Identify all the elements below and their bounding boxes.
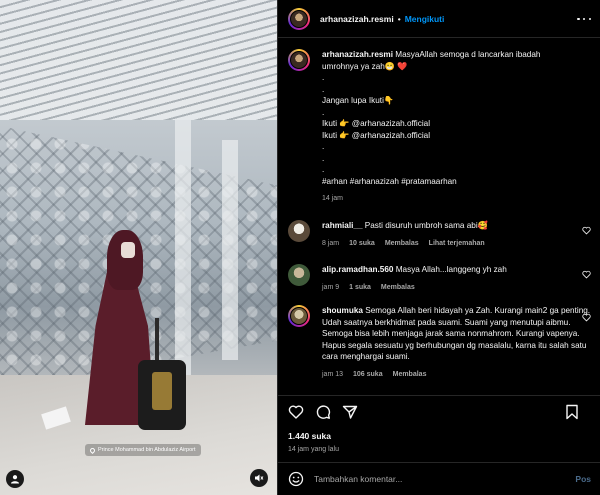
translate-button[interactable]: Lihat terjemahan: [429, 238, 485, 250]
caption-line: Jangan lupa Ikuti👇: [322, 96, 395, 105]
caption-line: .: [322, 165, 325, 174]
emoji-picker-icon[interactable]: [288, 471, 304, 487]
ceiling-backdrop: [0, 0, 277, 120]
location-tag[interactable]: Prince Mohammad bin Abdulaziz Airport: [85, 444, 201, 456]
comment-meta: jam 13 106 suka Membalas: [322, 369, 591, 381]
reply-button[interactable]: Membalas: [385, 238, 419, 250]
suitcase: [138, 360, 186, 430]
bookmark-icon[interactable]: [564, 404, 580, 420]
post-actions: [278, 395, 600, 427]
comments-list[interactable]: arhanazizah.resmi MasyaAllah semoga d la…: [278, 38, 600, 394]
caption-hashtags[interactable]: #arhan #arhanazizah #pratamaarhan: [322, 176, 591, 188]
caption-meta: 14 jam: [322, 193, 591, 205]
caption-line[interactable]: Ikuti 👉 @arhanazizah.official: [322, 118, 591, 130]
comment-username[interactable]: rahmiali__: [322, 221, 363, 230]
mute-button[interactable]: [250, 469, 268, 487]
like-comment-heart-icon[interactable]: [582, 313, 591, 322]
comment-likes[interactable]: 10 suka: [349, 238, 375, 250]
comment-item: shoumuka Semoga Allah beri hidayah ya Za…: [288, 305, 591, 380]
comment-text: Semoga Allah beri hidayah ya Zah. Kurang…: [322, 306, 591, 361]
avatar[interactable]: [288, 220, 310, 242]
caption-line: MasyaAllah semoga d lancarkan ibadah: [395, 50, 541, 59]
add-comment-bar: Pos: [278, 462, 600, 495]
avatar[interactable]: [288, 264, 310, 286]
avatar[interactable]: [288, 49, 310, 71]
comment-time[interactable]: 8 jam: [322, 238, 339, 250]
caption-line: .: [322, 73, 325, 82]
like-comment-heart-icon[interactable]: [582, 226, 591, 235]
caption-line: .: [322, 107, 325, 117]
like-comment-heart-icon[interactable]: [582, 270, 591, 279]
like-heart-icon[interactable]: [288, 404, 304, 420]
likes-count[interactable]: 1.440 suka: [288, 431, 331, 441]
tagged-users-button[interactable]: [6, 470, 24, 488]
caption-line: .: [322, 142, 325, 151]
comment-body: rahmiali__ Pasti disuruh umbroh sama abi…: [322, 220, 591, 249]
comment-likes[interactable]: 106 suka: [353, 369, 383, 381]
comment-input[interactable]: [314, 474, 576, 484]
avatar[interactable]: [288, 7, 310, 30]
speaker-muted-icon: [255, 474, 264, 482]
separator-dot: •: [397, 13, 401, 24]
caption-username[interactable]: arhanazizah.resmi: [322, 50, 393, 59]
caption: arhanazizah.resmi MasyaAllah semoga d la…: [288, 49, 591, 205]
location-label: Prince Mohammad bin Abdulaziz Airport: [98, 447, 196, 453]
comment-item: alip.ramadhan.560 Masya Allah...langgeng…: [288, 264, 591, 293]
face-mask: [121, 242, 135, 258]
comment-time[interactable]: jam 9: [322, 282, 339, 294]
comment-meta: 8 jam 10 suka Membalas Lihat terjemahan: [322, 238, 591, 250]
pillar: [175, 120, 191, 380]
comment-text: Pasti disuruh umbroh sama abi🥰: [364, 221, 488, 230]
comment-body: alip.ramadhan.560 Masya Allah...langgeng…: [322, 264, 591, 293]
pillar: [222, 140, 238, 360]
comment-text: Masya Allah...langgeng yh zah: [395, 265, 507, 274]
comment-icon[interactable]: [315, 404, 331, 420]
post-comment-button[interactable]: Pos: [575, 474, 591, 484]
caption-line[interactable]: Ikuti 👉 @arhanazizah.official: [322, 130, 591, 142]
reply-button[interactable]: Membalas: [393, 369, 427, 381]
comment-body: shoumuka Semoga Allah beri hidayah ya Za…: [322, 305, 591, 380]
post-side-panel: arhanazizah.resmi • Mengikuti arhanaziza…: [277, 0, 600, 495]
share-icon[interactable]: [342, 404, 358, 420]
suitcase-handle: [155, 318, 159, 362]
comment-meta: jam 9 1 suka Membalas: [322, 282, 591, 294]
post-media[interactable]: Prince Mohammad bin Abdulaziz Airport: [0, 0, 277, 495]
comment-username[interactable]: shoumuka: [322, 306, 363, 315]
comment-likes[interactable]: 1 suka: [349, 282, 371, 294]
post-header: arhanazizah.resmi • Mengikuti: [278, 0, 600, 38]
caption-line: umrohnya ya zah😁 ❤️: [322, 61, 408, 71]
location-pin-icon: [88, 446, 97, 454]
more-options-icon[interactable]: [577, 12, 591, 26]
caption-line: .: [322, 153, 325, 163]
following-button[interactable]: Mengikuti: [405, 14, 445, 24]
comment-username[interactable]: alip.ramadhan.560: [322, 265, 393, 274]
reply-button[interactable]: Membalas: [381, 282, 415, 294]
user-icon: [11, 475, 19, 484]
header-username[interactable]: arhanazizah.resmi: [320, 14, 394, 24]
post-viewer: Prince Mohammad bin Abdulaziz Airport ar…: [0, 0, 600, 495]
caption-body: arhanazizah.resmi MasyaAllah semoga d la…: [322, 49, 591, 205]
avatar[interactable]: [288, 305, 310, 327]
hijab: [107, 230, 143, 290]
caption-time[interactable]: 14 jam: [322, 193, 343, 205]
comment-item: rahmiali__ Pasti disuruh umbroh sama abi…: [288, 220, 591, 249]
post-time[interactable]: 14 jam yang lalu: [288, 446, 339, 453]
caption-line: .: [322, 84, 325, 94]
comment-time[interactable]: jam 13: [322, 369, 343, 381]
